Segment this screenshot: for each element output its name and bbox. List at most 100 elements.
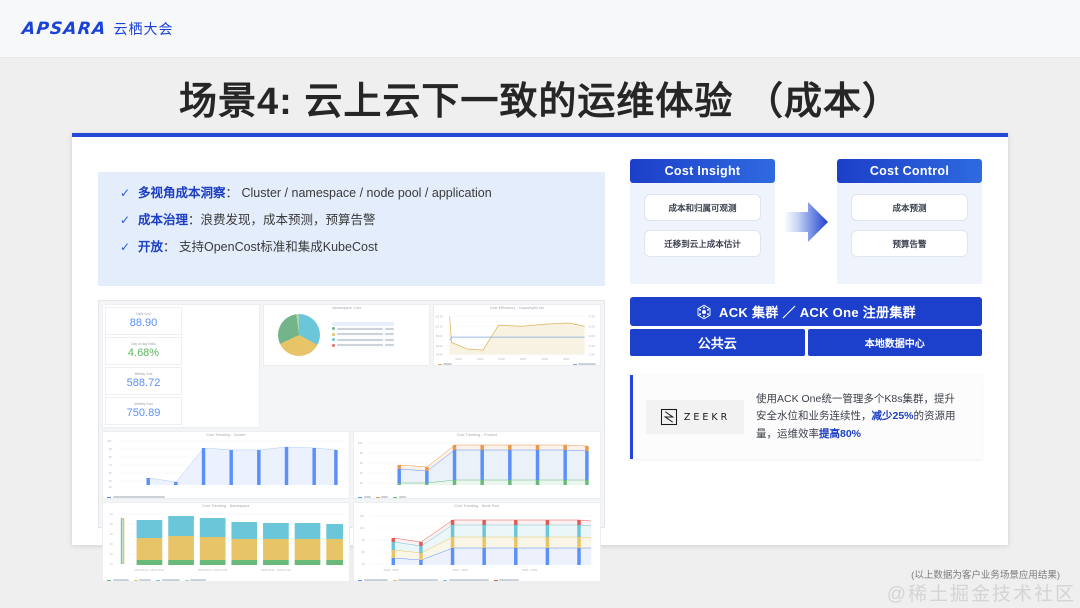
svg-text:30: 30 bbox=[110, 542, 113, 546]
slide-root: APSARA 云栖大会 场景4: 云上云下一致的运维体验 （成本） ✓ 多视角成… bbox=[0, 0, 1080, 608]
legend-item bbox=[393, 579, 439, 581]
cost-insight-panel: Cost Insight 成本和归属可观测 迁移到云上成本估计 bbox=[630, 159, 775, 284]
dashboard-row-1: Daily Cost 88.90 Day on day Ratio 4.68% … bbox=[102, 304, 601, 428]
pie-chart bbox=[278, 314, 320, 356]
cost-insight-body: 成本和归属可观测 迁移到云上成本估计 bbox=[630, 183, 775, 284]
legend-swatch bbox=[107, 497, 111, 498]
chart-legend bbox=[434, 362, 600, 366]
legend-swatch bbox=[332, 327, 335, 330]
kpi-value: 88.90 bbox=[130, 318, 158, 329]
svg-text:60.00: 60.00 bbox=[436, 344, 443, 348]
legend-label bbox=[113, 496, 165, 498]
svg-text:50: 50 bbox=[110, 522, 113, 526]
bullet-strong: 多视角成本洞察 bbox=[138, 186, 226, 200]
legend-swatch bbox=[393, 580, 397, 581]
right-arrow-icon bbox=[782, 199, 830, 245]
pie-legend bbox=[332, 322, 394, 349]
legend-label bbox=[113, 579, 129, 581]
svg-text:04/28: 04/28 bbox=[455, 357, 462, 361]
bullet-strong: 开放 bbox=[138, 240, 163, 254]
bullet-strong: 成本治理 bbox=[138, 213, 188, 227]
svg-text:100.00: 100.00 bbox=[435, 325, 443, 329]
svg-text:100: 100 bbox=[107, 439, 112, 443]
svg-text:20.00: 20.00 bbox=[588, 334, 595, 338]
quote-line-3a: 量，运维效率 bbox=[756, 428, 819, 440]
svg-text:27.50: 27.50 bbox=[588, 315, 595, 319]
legend-swatch bbox=[358, 497, 362, 498]
chart-legend bbox=[354, 578, 600, 582]
legend-label bbox=[337, 328, 383, 330]
quote-metric-2: 提高80% bbox=[819, 428, 861, 440]
kpi-label: Monthly Cost bbox=[134, 403, 153, 406]
public-cloud-label: 公共云 bbox=[630, 329, 805, 356]
legend-swatch bbox=[573, 364, 577, 365]
quote-text: 使用ACK One统一管理多个K8s集群，提升 安全水位和业务连续性，减少25%… bbox=[756, 391, 956, 443]
zeekr-logo: ZEEKR bbox=[646, 400, 744, 434]
check-icon: ✓ bbox=[120, 213, 138, 227]
customer-quote: ZEEKR 使用ACK One统一管理多个K8s集群，提升 安全水位和业务连续性… bbox=[630, 375, 982, 459]
flow-arrow bbox=[775, 159, 837, 284]
cost-insight-item[interactable]: 成本和归属可观测 bbox=[644, 194, 761, 221]
legend-item bbox=[134, 579, 152, 581]
dashboard-row-3: Cost Trending - Namespace bbox=[102, 502, 601, 582]
svg-text:10: 10 bbox=[110, 562, 113, 566]
legend-swatch bbox=[332, 333, 335, 336]
legend-value bbox=[385, 328, 394, 330]
legend-swatch bbox=[107, 580, 111, 581]
right-column: Cost Insight 成本和归属可观测 迁移到云上成本估计 bbox=[630, 159, 982, 459]
svg-text:40: 40 bbox=[109, 485, 112, 489]
svg-text:12.50: 12.50 bbox=[588, 353, 595, 357]
brand-name-cn: 云栖大会 bbox=[113, 19, 173, 39]
watermark: @稀土掘金技术社区 bbox=[887, 579, 1076, 606]
legend-item bbox=[393, 496, 406, 498]
namespace-cost-pie-panel: Namespace Cost bbox=[263, 304, 429, 366]
legend-item bbox=[443, 579, 489, 581]
svg-text:50: 50 bbox=[109, 479, 112, 483]
list-item: ✓ 开放： 支持OpenCost标准和集成KubeCost bbox=[120, 240, 587, 255]
cost-control-item[interactable]: 成本预测 bbox=[851, 194, 968, 221]
cost-control-body: 成本预测 预算告警 bbox=[837, 183, 982, 284]
svg-text:80.00: 80.00 bbox=[436, 334, 443, 338]
quote-metric-1: 减少25% bbox=[872, 410, 914, 422]
legend-item bbox=[107, 496, 165, 498]
dashboard-row-2: Cost Trending - Cluster bbox=[102, 431, 601, 499]
quote-line-2c: 的资源用 bbox=[914, 410, 956, 422]
legend-label bbox=[398, 579, 438, 581]
svg-text:90: 90 bbox=[109, 447, 112, 451]
feature-bullets: ✓ 多视角成本洞察： Cluster / namespace / node po… bbox=[98, 172, 605, 286]
legend-item bbox=[494, 579, 520, 581]
legend-label bbox=[443, 363, 452, 365]
legend-label bbox=[162, 579, 180, 581]
svg-text:20: 20 bbox=[110, 552, 113, 556]
cost-control-item[interactable]: 预算告警 bbox=[851, 230, 968, 257]
svg-text:05/01: 05/01 bbox=[520, 357, 527, 361]
cost-trending-product-chart: 100 80 60 40 20 bbox=[354, 437, 600, 495]
legend-item bbox=[376, 496, 389, 498]
legend-row bbox=[332, 338, 394, 343]
cost-insight-item[interactable]: 迁移到云上成本估计 bbox=[644, 230, 761, 257]
legend-label bbox=[364, 496, 371, 498]
svg-text:60: 60 bbox=[110, 512, 113, 516]
list-item: ✓ 多视角成本洞察： Cluster / namespace / node po… bbox=[120, 186, 587, 201]
legend-item bbox=[358, 579, 388, 581]
svg-text:120: 120 bbox=[360, 514, 365, 518]
legend-value bbox=[385, 344, 394, 346]
legend-label bbox=[578, 363, 596, 365]
local-datacenter-label: 本地数据中心 bbox=[808, 329, 983, 356]
cost-trending-namespace-chart: 60 50 40 30 20 10 05/04 00:00 - 05/04 12… bbox=[103, 508, 349, 578]
svg-text:20: 20 bbox=[360, 481, 363, 485]
svg-text:100: 100 bbox=[360, 526, 365, 530]
svg-text:05/08 00:00 - 05/08 12:00: 05/08 00:00 - 05/08 12:00 bbox=[261, 568, 291, 572]
check-icon: ✓ bbox=[120, 240, 138, 254]
cost-dashboard-screenshot: Daily Cost 88.90 Day on day Ratio 4.68% … bbox=[98, 300, 605, 528]
legend-row bbox=[332, 327, 394, 332]
legend-header bbox=[332, 322, 394, 326]
svg-text:40.00: 40.00 bbox=[436, 353, 443, 357]
legend-swatch bbox=[332, 344, 335, 347]
zeekr-logo-icon bbox=[660, 408, 678, 426]
legend-label bbox=[337, 333, 383, 335]
kpi-label: Daily Cost bbox=[136, 313, 151, 316]
legend-item bbox=[107, 579, 129, 581]
kpi-card: Monthly Cost 750.89 bbox=[105, 397, 182, 425]
chart-title: Namespace Cost bbox=[264, 305, 428, 310]
